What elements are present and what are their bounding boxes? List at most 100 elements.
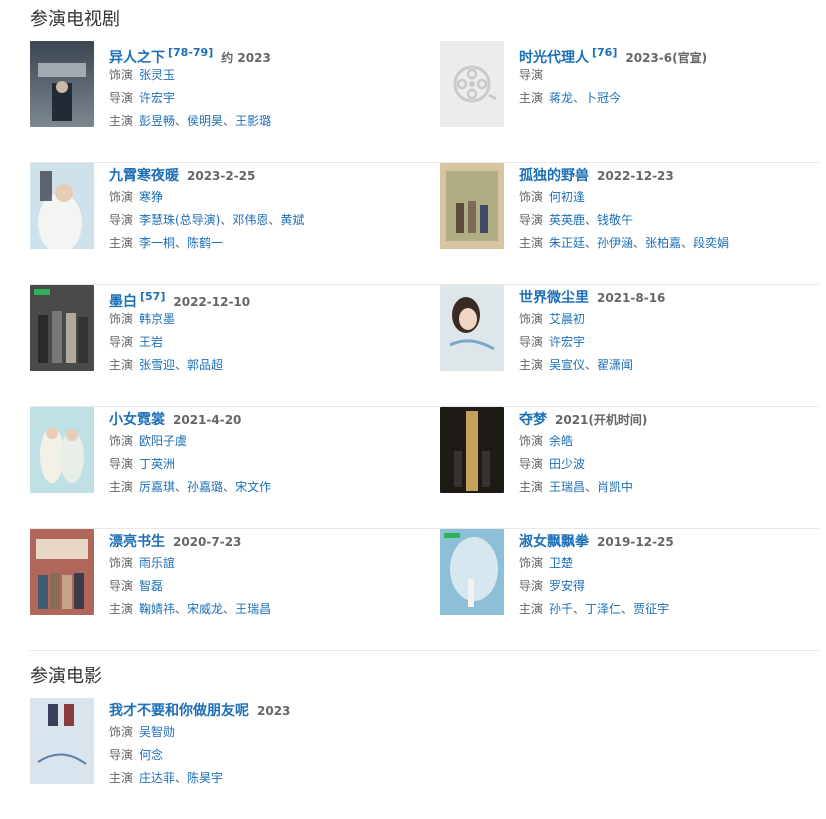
person-link[interactable]: 孙伊涵 — [597, 236, 633, 250]
person-link[interactable]: 智磊 — [139, 579, 163, 593]
person-link[interactable]: 厉嘉琪 — [139, 480, 175, 494]
person-link[interactable]: 何初逢 — [549, 190, 585, 204]
reference-link[interactable]: [76] — [592, 46, 617, 59]
credit-item: 小女霓裳 2021-4-20 饰演 欧阳子虞 导演 丁英洲 主演 厉嘉琪、孙嘉璐、宋文作 — [30, 407, 410, 528]
person-link[interactable]: 艾晨初 — [549, 312, 585, 326]
person-link[interactable]: 何念 — [139, 748, 163, 762]
person-link[interactable]: 丁英洲 — [139, 457, 175, 471]
person-link[interactable]: 贾征宇 — [633, 602, 669, 616]
credit-meta-row: 饰演 余皓 — [519, 430, 819, 453]
credit-title-link[interactable]: 小女霓裳 — [109, 412, 165, 428]
person-link[interactable]: 郭品超 — [187, 358, 223, 372]
person-link[interactable]: 王岩 — [139, 335, 163, 349]
person-link[interactable]: 英英鹿 — [549, 213, 585, 227]
credit-info: 淑女飘飘拳 2019-12-25 饰演 卫楚 导演 罗安得 主演 孙千、丁泽仁、贾征宇 — [519, 529, 819, 621]
meta-label: 主演 — [519, 236, 544, 250]
credit-title-link[interactable]: 我才不要和你做朋友呢 — [109, 703, 249, 719]
person-link[interactable]: 陈昊宇 — [187, 771, 223, 785]
person-link[interactable]: 王影璐 — [235, 114, 271, 128]
credit-meta-row: 主演 彭昱畅、侯明昊、王影璐 — [109, 110, 409, 133]
poster-image[interactable] — [30, 529, 94, 615]
person-link[interactable]: 肖凯中 — [597, 480, 633, 494]
person-link[interactable]: 王瑞昌 — [549, 480, 585, 494]
person-link[interactable]: 段奕娟 — [693, 236, 729, 250]
credit-meta-row: 导演 英英鹿、钱敬午 — [519, 209, 819, 232]
person-link[interactable]: 黄斌 — [280, 213, 304, 227]
release-date: 2022-12-23 — [597, 169, 674, 183]
credit-info: 小女霓裳 2021-4-20 饰演 欧阳子虞 导演 丁英洲 主演 厉嘉琪、孙嘉璐、宋文作 — [109, 407, 409, 499]
credit-info: 夺梦 2021(开机时间) 饰演 余皓 导演 田少波 主演 王瑞昌、肖凯中 — [519, 407, 819, 499]
person-link[interactable]: 许宏宇 — [549, 335, 585, 349]
credit-title-line: 小女霓裳 2021-4-20 — [109, 407, 409, 430]
poster-image[interactable] — [440, 407, 504, 493]
name-separator: 、 — [573, 602, 586, 616]
person-link[interactable]: 许宏宇 — [139, 91, 175, 105]
person-link[interactable]: 张柏嘉 — [645, 236, 681, 250]
person-link[interactable]: 寒狰 — [139, 190, 163, 204]
credit-meta-row: 导演 王岩 — [109, 331, 409, 354]
credit-meta-row: 饰演 张灵玉 — [109, 64, 409, 87]
credit-meta-row: 主演 吴宣仪、翟潇闻 — [519, 354, 819, 377]
poster-image[interactable] — [30, 407, 94, 493]
person-link[interactable]: 田少波 — [549, 457, 585, 471]
reference-link[interactable]: [57] — [140, 290, 165, 303]
credit-title-link[interactable]: 淑女飘飘拳 — [519, 534, 589, 550]
credit-row: 墨白 [57] 2022-12-10 饰演 韩京墨 导演 王岩 主演 张雪迎、郭品超 世界微尘里 2… — [30, 285, 819, 407]
credit-title-link[interactable]: 漂亮书生 — [109, 534, 165, 550]
credit-title-link[interactable]: 夺梦 — [519, 412, 547, 428]
person-link[interactable]: 韩京墨 — [139, 312, 175, 326]
person-link[interactable]: 孙千 — [549, 602, 573, 616]
person-link[interactable]: 张灵玉 — [139, 68, 175, 82]
person-link[interactable]: 孙嘉璐 — [187, 480, 223, 494]
name-separator: 、 — [175, 358, 188, 372]
person-link[interactable]: 丁泽仁 — [585, 602, 621, 616]
poster-image[interactable] — [30, 698, 94, 784]
meta-label: 导演 — [109, 91, 134, 105]
reference-link[interactable]: [78-79] — [168, 46, 213, 59]
person-link[interactable]: 邓伟恩 — [232, 213, 268, 227]
person-link[interactable]: 鞠婧祎 — [139, 602, 175, 616]
poster-image[interactable] — [30, 41, 94, 127]
credit-meta-row: 导演 许宏宇 — [519, 331, 819, 354]
poster-image[interactable] — [440, 529, 504, 615]
meta-label: 主演 — [109, 771, 134, 785]
person-link[interactable]: 雨乐誼 — [139, 556, 175, 570]
name-separator: 、 — [220, 213, 233, 227]
credit-meta-row: 导演 丁英洲 — [109, 453, 409, 476]
person-link[interactable]: 罗安得 — [549, 579, 585, 593]
credit-item: 漂亮书生 2020-7-23 饰演 雨乐誼 导演 智磊 主演 鞠婧祎、宋威龙、王瑞昌 — [30, 529, 410, 650]
poster-image[interactable] — [30, 163, 94, 249]
poster-image[interactable] — [440, 285, 504, 371]
person-link[interactable]: 翟潇闻 — [597, 358, 633, 372]
person-link[interactable]: 李慧珠(总导演) — [139, 213, 220, 227]
credit-title-link[interactable]: 世界微尘里 — [519, 290, 589, 306]
person-link[interactable]: 蒋龙 — [549, 91, 573, 105]
person-link[interactable]: 彭昱畅 — [139, 114, 175, 128]
credit-title-link[interactable]: 九霄寒夜暖 — [109, 168, 179, 184]
person-link[interactable]: 钱敬午 — [597, 213, 633, 227]
credit-title-link[interactable]: 孤独的野兽 — [519, 168, 589, 184]
person-link[interactable]: 吴智勋 — [139, 725, 175, 739]
poster-image[interactable] — [440, 163, 504, 249]
poster-image[interactable] — [30, 285, 94, 371]
person-link[interactable]: 宋文作 — [235, 480, 271, 494]
person-link[interactable]: 侯明昊 — [187, 114, 223, 128]
meta-label: 主演 — [519, 91, 544, 105]
person-link[interactable]: 庄达菲 — [139, 771, 175, 785]
person-link[interactable]: 李一桐 — [139, 236, 175, 250]
person-link[interactable]: 余皓 — [549, 434, 573, 448]
person-link[interactable]: 朱正廷 — [549, 236, 585, 250]
person-link[interactable]: 宋威龙 — [187, 602, 223, 616]
movie-grid: 我才不要和你做朋友呢 2023 饰演 吴智勋 导演 何念 主演 庄达菲、陈昊宇 — [30, 698, 819, 819]
person-link[interactable]: 陈鹤一 — [187, 236, 223, 250]
person-link[interactable]: 张雪迎 — [139, 358, 175, 372]
person-link[interactable]: 吴宣仪 — [549, 358, 585, 372]
meta-label: 主演 — [519, 480, 544, 494]
credit-info: 墨白 [57] 2022-12-10 饰演 韩京墨 导演 王岩 主演 张雪迎、郭品超 — [109, 285, 409, 377]
person-link[interactable]: 卫楚 — [549, 556, 573, 570]
poster-placeholder[interactable] — [440, 41, 504, 127]
name-separator: 、 — [585, 480, 598, 494]
person-link[interactable]: 王瑞昌 — [235, 602, 271, 616]
person-link[interactable]: 欧阳子虞 — [139, 434, 187, 448]
person-link[interactable]: 卜冠今 — [585, 91, 621, 105]
